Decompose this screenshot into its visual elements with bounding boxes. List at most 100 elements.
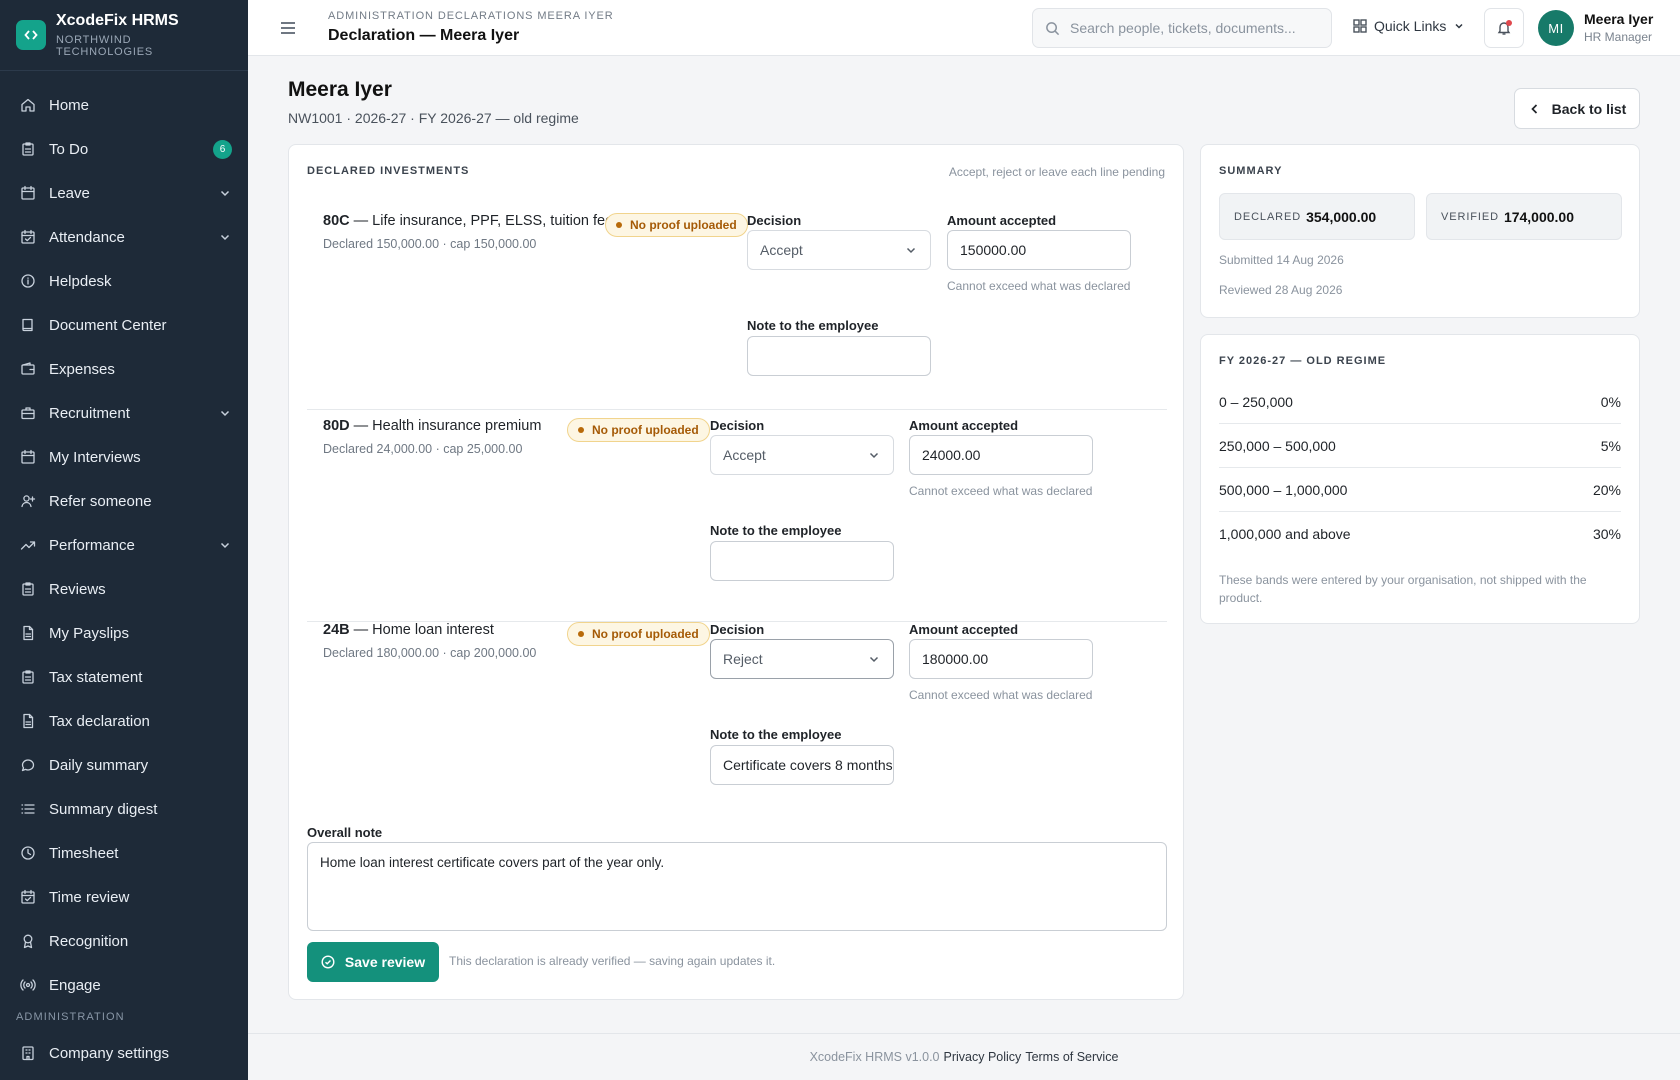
chevron-down-icon[interactable] [218,230,232,244]
note-to-employee-input[interactable] [747,336,931,376]
terms-link[interactable]: Terms of Service [1025,1050,1118,1064]
chevron-down-icon [1453,20,1465,32]
sidebar-item-label: Attendance [49,228,125,246]
note-label: Note to the employee [710,523,842,538]
sidebar-item-label: Time review [49,888,130,906]
decision-value: Accept [723,447,766,463]
quick-links-label: Quick Links [1374,18,1447,34]
search-input[interactable]: Search people, tickets, documents... [1032,8,1332,48]
chevron-down-icon[interactable] [218,186,232,200]
check-circle-icon [321,955,335,969]
chevron-down-icon[interactable] [218,406,232,420]
wallet-icon [20,361,36,377]
sidebar-item-label: Home [49,96,90,114]
sidebar-item-tax-statement[interactable]: Tax statement [0,655,248,699]
grid-icon [1352,18,1368,34]
sidebar-item-label: My Payslips [49,624,130,642]
note-label: Note to the employee [747,318,879,333]
amount-accepted-input[interactable]: 150000.00 [947,230,1131,270]
menu-icon[interactable] [278,18,298,38]
verified-stat: VERIFIED 174,000.00 [1426,193,1622,240]
search-icon [1045,21,1060,36]
declared-cap: Declared 24,000.00 · cap 25,000.00 [323,442,523,456]
declared-cap: Declared 150,000.00 · cap 150,000.00 [323,237,537,251]
proof-status-label: No proof uploaded [592,423,699,437]
calendar-check-icon [20,229,36,245]
amount-helper-text: Cannot exceed what was declared [909,484,1093,498]
sidebar-item-attendance[interactable]: Attendance [0,215,248,259]
section-code: 24B [323,622,350,638]
sidebar-item-label: Company settings [49,1044,170,1062]
amount-accepted-input[interactable]: 24000.00 [909,435,1093,475]
sidebar-item-company-settings[interactable]: Company settings [0,1031,248,1075]
overall-note-textarea[interactable]: Home loan interest certificate covers pa… [307,842,1167,931]
sidebar-item-to-do[interactable]: To Do 6 [0,127,248,171]
sidebar-item-label: Reviews [49,580,106,598]
status-dot-icon [578,631,584,637]
notifications-button[interactable] [1484,8,1524,48]
avatar[interactable]: MI [1538,10,1574,46]
amount-accepted-input[interactable]: 180000.00 [909,639,1093,679]
sidebar-item-summary-digest[interactable]: Summary digest [0,787,248,831]
decision-select[interactable]: Accept [747,230,931,270]
sidebar-item-my-payslips[interactable]: My Payslips [0,611,248,655]
band-range: 1,000,000 and above [1219,526,1351,542]
main-content: Meera Iyer NW1001 · 2026-27 · FY 2026-27… [248,56,1680,1036]
verified-value: 174,000.00 [1503,208,1575,225]
sidebar-item-daily-summary[interactable]: Daily summary [0,743,248,787]
sidebar-item-performance[interactable]: Performance [0,523,248,567]
decision-select[interactable]: Reject [710,639,894,679]
user-name[interactable]: Meera Iyer [1584,11,1653,27]
calendar-icon [20,185,36,201]
sidebar-item-leave[interactable]: Leave [0,171,248,215]
award-icon [20,933,36,949]
back-to-list-button[interactable]: Back to list [1514,88,1640,129]
sidebar-item-tax-declaration[interactable]: Tax declaration [0,699,248,743]
sidebar-item-expenses[interactable]: Expenses [0,347,248,391]
broadcast-icon [20,977,36,993]
briefcase-icon [20,405,36,421]
chevron-left-icon [1528,102,1542,116]
decision-label: Decision [710,418,765,433]
sidebar-item-refer-someone[interactable]: Refer someone [0,479,248,523]
user-role: HR Manager [1584,30,1653,44]
brand[interactable]: XcodeFix HRMS NORTHWIND TECHNOLOGIES [0,0,248,71]
sidebar-item-time-review[interactable]: Time review [0,875,248,919]
sidebar-item-document-center[interactable]: Document Center [0,303,248,347]
sidebar-item-engage[interactable]: Engage [0,963,248,1007]
summary-card: SUMMARY DECLARED 354,000.00 VERIFIED 174… [1200,144,1640,318]
chevron-down-icon[interactable] [218,538,232,552]
back-to-list-label: Back to list [1551,100,1627,117]
decision-label: Decision [710,622,765,637]
sidebar-item-reviews[interactable]: Reviews [0,567,248,611]
chevron-down-icon [904,243,918,257]
amount-helper-text: Cannot exceed what was declared [909,688,1093,702]
trending-up-icon [20,537,36,553]
tax-band-row: 1,000,000 and above 30% [1219,512,1621,556]
page-title: Declaration — Meera Iyer [328,27,520,44]
quick-links-button[interactable]: Quick Links [1352,18,1465,34]
line-title: 24B — Home loan interest [323,622,494,638]
sidebar-item-recognition[interactable]: Recognition [0,919,248,963]
summary-heading: SUMMARY [1219,165,1283,177]
sidebar-item-recruitment[interactable]: Recruitment [0,391,248,435]
calendar-check-icon [20,889,36,905]
nav-section-admin: ADMINISTRATION [16,1011,125,1023]
note-to-employee-input[interactable]: Certificate covers 8 months [710,745,894,785]
note-to-employee-input[interactable] [710,541,894,581]
band-range: 250,000 – 500,000 [1219,437,1336,454]
sidebar-item-my-interviews[interactable]: My Interviews [0,435,248,479]
decision-select[interactable]: Accept [710,435,894,475]
admin-nav: Company settings [0,1031,248,1075]
sidebar-item-helpdesk[interactable]: Helpdesk [0,259,248,303]
sidebar-item-label: Tax declaration [49,712,150,730]
sidebar-item-home[interactable]: Home [0,83,248,127]
sidebar-item-timesheet[interactable]: Timesheet [0,831,248,875]
save-review-button[interactable]: Save review [307,942,439,982]
home-icon [20,97,36,113]
list-icon [20,801,36,817]
investments-heading: DECLARED INVESTMENTS [307,165,470,177]
amount-accepted-label: Amount accepted [909,622,1019,637]
clock-icon [20,845,36,861]
privacy-link[interactable]: Privacy Policy [944,1050,1022,1064]
